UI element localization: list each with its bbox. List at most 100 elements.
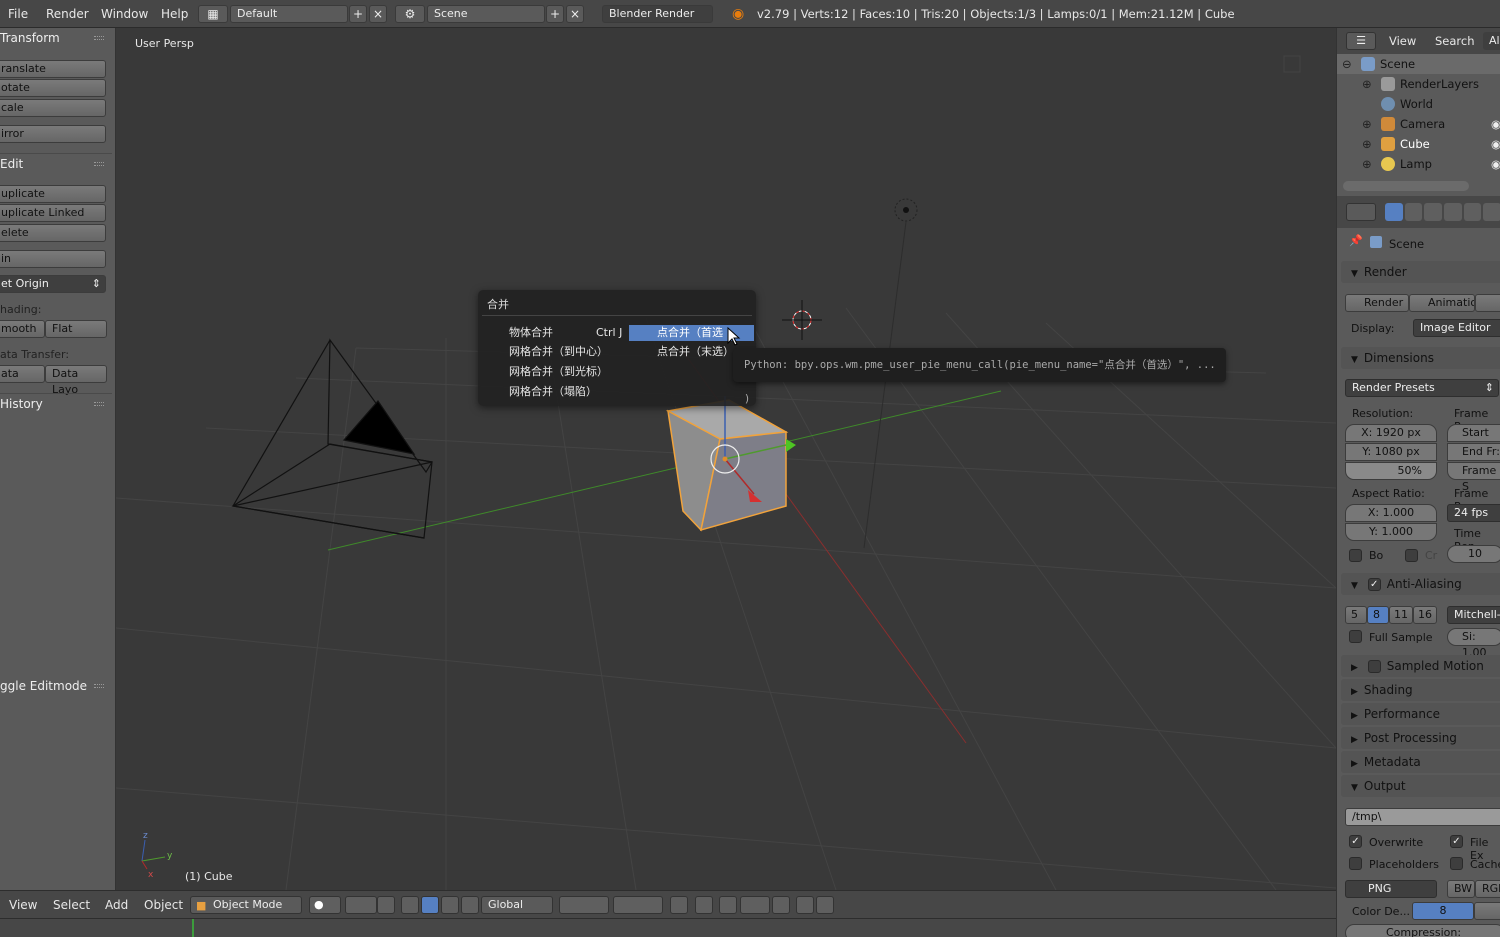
bw-button[interactable]: BW	[1447, 880, 1475, 898]
display-select[interactable]: Image Editor	[1413, 319, 1500, 337]
dimensions-panel-header[interactable]: Dimensions	[1341, 347, 1500, 369]
interaction-mode-select[interactable]: ■ Object Mode	[190, 896, 302, 914]
data-button[interactable]: ata	[0, 365, 45, 383]
scene-icon-button[interactable]: ⚙	[395, 5, 425, 23]
color-depth-8-button[interactable]: 8	[1412, 902, 1474, 920]
render-animation-icon[interactable]	[816, 896, 834, 914]
resolution-x-field[interactable]: X: 1920 px	[1345, 424, 1437, 442]
rgb-button[interactable]: RGB	[1475, 880, 1500, 898]
outliner-item-world[interactable]: World	[1337, 94, 1500, 114]
translate-manipulator-icon[interactable]	[401, 896, 419, 914]
end-frame-field[interactable]: End Fr:	[1447, 443, 1500, 461]
render-still-icon[interactable]	[796, 896, 814, 914]
output-path-field[interactable]: /tmp\	[1345, 808, 1500, 826]
outliner-scrollbar[interactable]	[1343, 181, 1469, 191]
outliner-item-renderlayers[interactable]: ⊕ RenderLayers	[1337, 74, 1500, 94]
smooth-button[interactable]: mooth	[0, 320, 45, 338]
aa-samples-8[interactable]: 8	[1367, 606, 1389, 624]
overwrite-checkbox[interactable]: ✓	[1349, 835, 1362, 848]
outliner-item-scene[interactable]: ⊖ Scene	[1337, 54, 1500, 74]
visibility-eye-icon[interactable]: ◉	[1491, 134, 1500, 154]
pie-item-mesh-merge-center[interactable]: 网格合并（到中心）	[509, 344, 608, 360]
viewport-shading-select[interactable]: ●	[309, 896, 341, 914]
render-presets-select[interactable]: Render Presets ⇕	[1345, 379, 1499, 397]
render-layers-tab-icon[interactable]	[1404, 203, 1423, 221]
duplicate-button[interactable]: uplicate	[0, 185, 106, 203]
transform-panel-header[interactable]: Transform	[0, 28, 112, 48]
frame-step-field[interactable]: Frame S	[1447, 462, 1500, 493]
render-engine-select[interactable]: Blender Render	[602, 5, 713, 23]
set-origin-select[interactable]: et Origin ⇕	[0, 275, 106, 293]
rotate-button[interactable]: otate	[0, 79, 106, 97]
world-tab-icon[interactable]	[1444, 203, 1462, 221]
pie-item-object-join[interactable]: 物体合并 Ctrl J	[509, 325, 624, 341]
duplicate-linked-button[interactable]: uplicate Linked	[0, 204, 106, 222]
object-tab-icon[interactable]	[1463, 203, 1482, 221]
scale-manipulator-icon[interactable]	[441, 896, 459, 914]
aa-samples-16[interactable]: 16	[1413, 606, 1437, 624]
anti-aliasing-panel-header[interactable]: ✓Anti-Aliasing	[1341, 573, 1500, 595]
post-processing-panel-header[interactable]: Post Processing	[1341, 727, 1500, 749]
translate-button[interactable]: ranslate	[0, 60, 106, 78]
editor-type-icon[interactable]: ☰	[1346, 32, 1376, 50]
menu-view[interactable]: View	[9, 891, 37, 919]
resolution-percent-field[interactable]: 50%	[1345, 462, 1437, 480]
scene-field[interactable]: Scene	[427, 5, 545, 23]
outliner-item-lamp[interactable]: ⊕ Lamp ◉	[1337, 154, 1500, 174]
scale-button[interactable]: cale	[0, 99, 106, 117]
menu-file[interactable]: File	[8, 0, 28, 28]
metadata-panel-header[interactable]: Metadata	[1341, 751, 1500, 773]
performance-panel-header[interactable]: Performance	[1341, 703, 1500, 725]
outliner-item-cube[interactable]: ⊕ Cube ◉	[1337, 134, 1500, 154]
audio-button-icon[interactable]	[1475, 294, 1500, 312]
pie-item-mesh-merge-cursor[interactable]: 网格合并（到光标）	[509, 364, 608, 380]
output-panel-header[interactable]: Output	[1341, 775, 1500, 797]
layers-block-2[interactable]	[613, 896, 663, 914]
aspect-x-field[interactable]: X: 1.000	[1345, 504, 1437, 522]
outliner-menu-view[interactable]: View	[1389, 28, 1416, 54]
remove-layout-icon[interactable]: ×	[369, 5, 387, 23]
data-layout-button[interactable]: Data Layo	[45, 365, 107, 396]
current-frame-marker[interactable]	[192, 919, 194, 937]
scene-tab-icon[interactable]	[1424, 203, 1443, 221]
timeline-strip[interactable]	[0, 918, 1336, 937]
time-remap-old-field[interactable]: 10	[1447, 545, 1500, 563]
snap-align-icon[interactable]	[772, 896, 790, 914]
lock-layers-icon[interactable]	[670, 896, 688, 914]
menu-help[interactable]: Help	[161, 0, 188, 28]
3d-cursor[interactable]	[782, 300, 822, 340]
menu-render[interactable]: Render	[46, 0, 89, 28]
anti-aliasing-checkbox[interactable]: ✓	[1367, 578, 1381, 591]
menu-select[interactable]: Select	[53, 891, 90, 919]
edit-panel-header[interactable]: Edit	[0, 153, 112, 173]
full-sample-checkbox[interactable]	[1349, 630, 1362, 643]
render-panel-header[interactable]: Render	[1341, 261, 1500, 283]
shading-panel-header[interactable]: Shading	[1341, 679, 1500, 701]
mirror-button[interactable]: irror	[0, 125, 106, 143]
outliner-display-select[interactable]: Al	[1483, 32, 1500, 50]
placeholders-checkbox[interactable]	[1349, 857, 1362, 870]
delete-button[interactable]: elete	[0, 224, 106, 242]
viewport-corner-icon[interactable]	[1283, 55, 1301, 73]
proportional-edit-icon[interactable]	[695, 896, 713, 914]
file-extensions-checkbox[interactable]: ✓	[1450, 835, 1463, 848]
filter-size-field[interactable]: Si: 1.00	[1447, 628, 1500, 659]
add-scene-icon[interactable]: +	[546, 5, 564, 23]
outliner-menu-search[interactable]: Search	[1435, 28, 1475, 54]
cube-object[interactable]	[665, 399, 789, 532]
aspect-y-field[interactable]: Y: 1.000	[1345, 523, 1437, 541]
cache-result-checkbox[interactable]	[1450, 857, 1463, 870]
start-frame-field[interactable]: Start Fra	[1447, 424, 1500, 455]
aa-filter-select[interactable]: Mitchell-N	[1447, 606, 1500, 624]
pivot-point-select[interactable]	[345, 896, 377, 914]
flat-button[interactable]: Flat	[45, 320, 107, 338]
crop-checkbox[interactable]	[1405, 549, 1418, 562]
transform-orientation-select[interactable]: Global	[481, 896, 553, 914]
constraints-tab-icon[interactable]	[1483, 203, 1500, 221]
3d-viewport[interactable]: z y x User Persp (1) Cube	[116, 28, 1336, 890]
motion-blur-checkbox[interactable]	[1367, 660, 1381, 673]
pie-item-mesh-merge-collapse[interactable]: 网格合并（塌陷）	[509, 384, 597, 400]
menu-add[interactable]: Add	[105, 891, 128, 919]
visibility-eye-icon[interactable]: ◉	[1491, 154, 1500, 174]
snap-icon[interactable]	[719, 896, 737, 914]
